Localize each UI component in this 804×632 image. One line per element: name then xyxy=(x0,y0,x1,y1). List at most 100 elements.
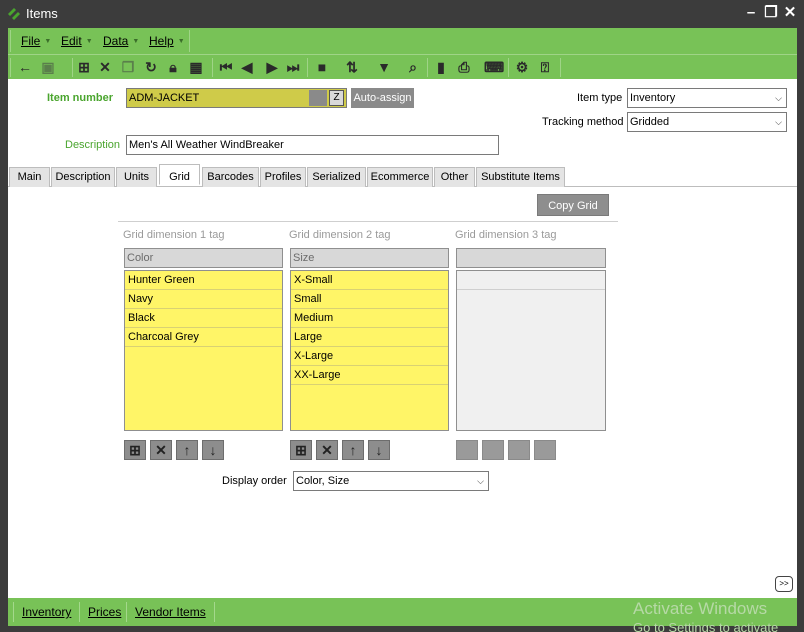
minimize-icon[interactable]: – xyxy=(741,3,761,23)
list-item[interactable]: Small xyxy=(291,290,448,309)
move-down-icon[interactable]: ↓ xyxy=(202,440,224,460)
activation-watermark-title: Activate Windows xyxy=(633,599,768,618)
bookmark-icon[interactable]: ■ xyxy=(312,57,332,77)
back-arrow-icon[interactable]: ← xyxy=(15,57,35,77)
tab-barcodes[interactable]: Barcodes xyxy=(202,167,259,187)
print-icon[interactable]: ⎙ xyxy=(454,57,474,77)
item-form: File ▼ Edit ▼ Data ▼ Help ▼ ← ▣ ⊞ ✕ ❐ ↻ 🔒︎ ▦… xyxy=(8,28,797,632)
link-vendor-items-label: Vendor Items xyxy=(135,605,206,619)
list-item[interactable]: Hunter Green xyxy=(125,271,282,290)
save-icon[interactable]: ▣ xyxy=(38,57,58,77)
lock-icon[interactable]: 🔒︎ xyxy=(163,57,183,77)
move-up-icon xyxy=(508,440,530,460)
tab-substitute-items[interactable]: Substitute Items xyxy=(476,167,565,187)
delete-icon[interactable]: ✕ xyxy=(150,440,172,460)
tab-other[interactable]: Other xyxy=(434,167,475,187)
expand-button[interactable]: >> xyxy=(775,576,793,592)
list-item[interactable]: Large xyxy=(291,328,448,347)
display-order-select[interactable]: Color, Size ⌵ xyxy=(293,471,489,491)
list-item[interactable]: X-Small xyxy=(291,271,448,290)
first-record-icon[interactable]: ⏮︎ xyxy=(216,57,236,77)
list-item[interactable]: Navy xyxy=(125,290,282,309)
menu-help[interactable]: Help ▼ xyxy=(144,28,185,54)
delete-icon[interactable]: ✕ xyxy=(95,57,115,77)
help-icon[interactable]: ⍰ xyxy=(535,57,555,77)
grid-dimension-3-label: Grid dimension 3 tag xyxy=(455,229,557,241)
copy-icon[interactable]: ❐ xyxy=(118,57,138,77)
tab-units[interactable]: Units xyxy=(116,167,157,187)
move-up-icon[interactable]: ↑ xyxy=(342,440,364,460)
previous-record-icon[interactable]: ◀ xyxy=(237,57,257,77)
menu-edit[interactable]: Edit ▼ xyxy=(56,28,93,54)
add-icon[interactable]: ⊞ xyxy=(74,57,94,77)
link-vendor-items[interactable]: Vendor Items xyxy=(135,598,206,626)
items-window: Items – ❐ ✕ File ▼ Edit ▼ Data ▼ Help ▼ ← ▣ … xyxy=(0,0,804,632)
item-type-label: Item type xyxy=(577,92,623,104)
list-item[interactable]: Medium xyxy=(291,309,448,328)
item-number-label: Item number xyxy=(47,92,114,104)
document-icon[interactable]: ▮ xyxy=(431,57,451,77)
tab-description[interactable]: Description xyxy=(51,167,115,187)
menu-edit-label: Edit xyxy=(61,34,82,48)
delete-icon xyxy=(482,440,504,460)
grid-dimension-3-tag[interactable] xyxy=(456,248,606,268)
list-item[interactable]: Black xyxy=(125,309,282,328)
move-down-icon xyxy=(534,440,556,460)
refresh-icon[interactable]: ↻ xyxy=(141,57,161,77)
title-bar: Items – ❐ ✕ xyxy=(0,0,804,28)
grid-dimension-2-tag[interactable]: Size xyxy=(290,248,449,268)
link-prices[interactable]: Prices xyxy=(88,598,121,626)
filter-icon[interactable]: ▼ xyxy=(374,57,394,77)
next-record-icon[interactable]: ▶ xyxy=(262,57,282,77)
tracking-method-select[interactable]: Gridded ⌵ xyxy=(627,112,787,132)
display-order-label: Display order xyxy=(222,475,287,487)
move-down-icon[interactable]: ↓ xyxy=(368,440,390,460)
link-inventory[interactable]: Inventory xyxy=(22,598,71,626)
list-item[interactable]: X-Large xyxy=(291,347,448,366)
close-icon[interactable]: ✕ xyxy=(780,3,800,23)
zoom-icon[interactable]: Z xyxy=(329,90,344,106)
chevron-down-icon: ▼ xyxy=(177,37,185,45)
search-icon[interactable]: ⌕ xyxy=(403,57,423,77)
auto-assign-button[interactable]: Auto-assign xyxy=(351,88,414,108)
add-icon[interactable]: ⊞ xyxy=(290,440,312,460)
sort-icon[interactable]: ⇅ xyxy=(342,57,362,77)
menu-file[interactable]: File ▼ xyxy=(16,28,51,54)
link-inventory-label: Inventory xyxy=(22,605,72,619)
item-type-select[interactable]: Inventory ⌵ xyxy=(627,88,787,108)
help-context-icon[interactable]: ⚙ xyxy=(512,57,532,77)
divider xyxy=(118,221,618,222)
description-field[interactable]: Men's All Weather WindBreaker xyxy=(126,135,499,155)
tab-profiles[interactable]: Profiles xyxy=(260,167,306,187)
delete-icon[interactable]: ✕ xyxy=(316,440,338,460)
tab-serialized[interactable]: Serialized xyxy=(307,167,366,187)
list-item[interactable]: Charcoal Grey xyxy=(125,328,282,347)
keyboard-icon[interactable]: ⌨ xyxy=(484,57,504,77)
item-number-value: ADM-JACKET xyxy=(129,92,200,104)
grid-icon[interactable]: ▦ xyxy=(186,57,206,77)
item-number-field[interactable]: ADM-JACKET Z xyxy=(126,88,347,108)
chevron-down-icon: ▼ xyxy=(85,37,93,45)
grid-dimension-3-list[interactable] xyxy=(456,270,606,431)
tab-main[interactable]: Main xyxy=(9,167,50,187)
tab-ecommerce[interactable]: Ecommerce xyxy=(367,167,433,187)
tab-grid[interactable]: Grid xyxy=(159,164,200,185)
list-item[interactable]: XX-Large xyxy=(291,366,448,385)
move-up-icon[interactable]: ↑ xyxy=(176,440,198,460)
menu-data[interactable]: Data ▼ xyxy=(98,28,139,54)
maximize-icon[interactable]: ❐ xyxy=(761,3,781,23)
last-record-icon[interactable]: ⏭︎ xyxy=(283,57,303,77)
field-clear-area xyxy=(309,90,327,106)
activation-watermark-subtitle: Go to Settings to activate xyxy=(633,620,779,632)
grid-dimension-1-list[interactable]: Hunter Green Navy Black Charcoal Grey xyxy=(124,270,283,431)
window-title: Items xyxy=(26,6,58,21)
copy-grid-button[interactable]: Copy Grid xyxy=(537,194,609,216)
grid-dimension-1-tag[interactable]: Color xyxy=(124,248,283,268)
toolbar: ← ▣ ⊞ ✕ ❐ ↻ 🔒︎ ▦ ⏮︎ ◀ ▶ ⏭︎ ■ ⇅ ▼ ⌕ ▮ ⎙ ⌨… xyxy=(8,54,797,79)
add-icon[interactable]: ⊞ xyxy=(124,440,146,460)
chevron-down-icon: ▼ xyxy=(44,37,52,45)
list-item xyxy=(457,271,605,290)
menu-help-label: Help xyxy=(149,34,174,48)
item-type-value: Inventory xyxy=(630,92,676,104)
grid-dimension-2-list[interactable]: X-Small Small Medium Large X-Large XX-La… xyxy=(290,270,449,431)
